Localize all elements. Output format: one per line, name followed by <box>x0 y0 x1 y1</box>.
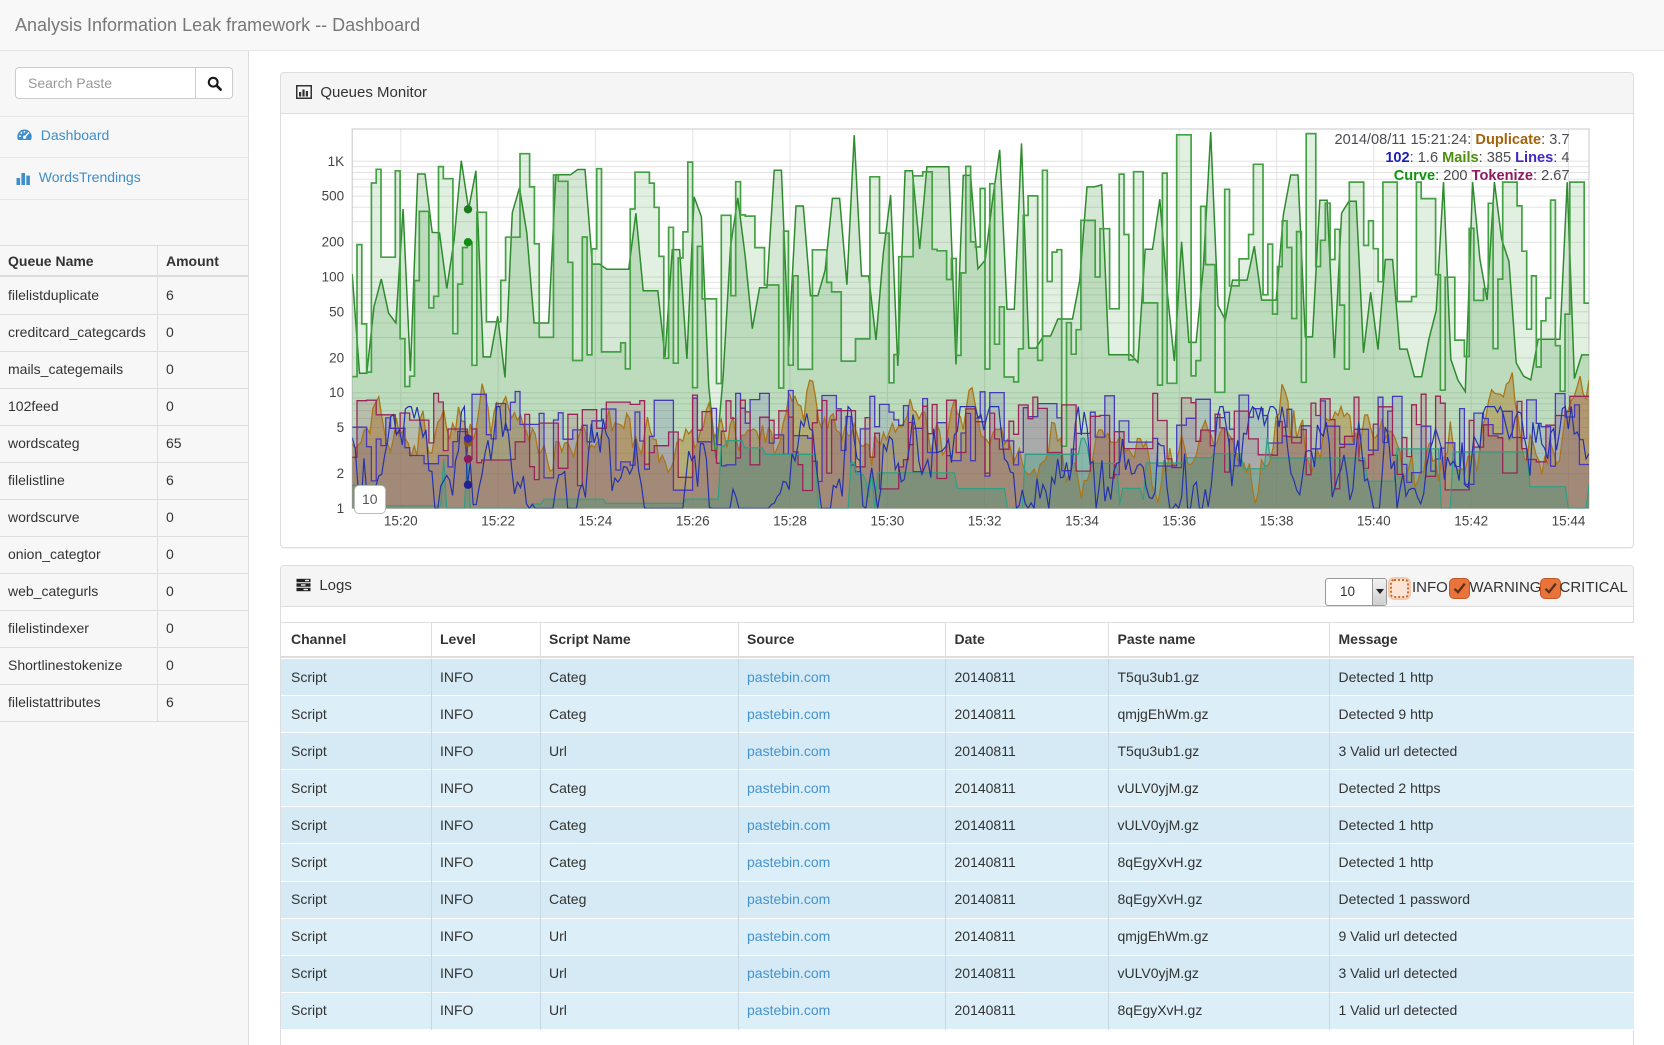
svg-text:50: 50 <box>329 304 344 319</box>
svg-text:100: 100 <box>322 270 345 285</box>
svg-text:15:22: 15:22 <box>481 513 515 528</box>
svg-text:2: 2 <box>337 466 345 481</box>
svg-text:15:38: 15:38 <box>1260 513 1294 528</box>
svg-text:15:36: 15:36 <box>1162 513 1196 528</box>
svg-text:1K: 1K <box>328 154 345 169</box>
svg-text:20: 20 <box>329 350 344 365</box>
svg-text:15:24: 15:24 <box>579 513 613 528</box>
svg-text:15:32: 15:32 <box>968 513 1002 528</box>
svg-text:15:20: 15:20 <box>384 513 418 528</box>
svg-text:15:28: 15:28 <box>773 513 807 528</box>
svg-text:15:34: 15:34 <box>1065 513 1099 528</box>
svg-text:200: 200 <box>322 235 345 250</box>
svg-text:15:40: 15:40 <box>1357 513 1391 528</box>
svg-text:5: 5 <box>337 420 345 435</box>
svg-text:500: 500 <box>322 189 345 204</box>
svg-text:15:30: 15:30 <box>871 513 905 528</box>
svg-text:1: 1 <box>337 501 345 516</box>
svg-text:10: 10 <box>329 385 344 400</box>
svg-text:15:26: 15:26 <box>676 513 710 528</box>
svg-text:15:42: 15:42 <box>1454 513 1488 528</box>
svg-text:15:44: 15:44 <box>1552 513 1586 528</box>
